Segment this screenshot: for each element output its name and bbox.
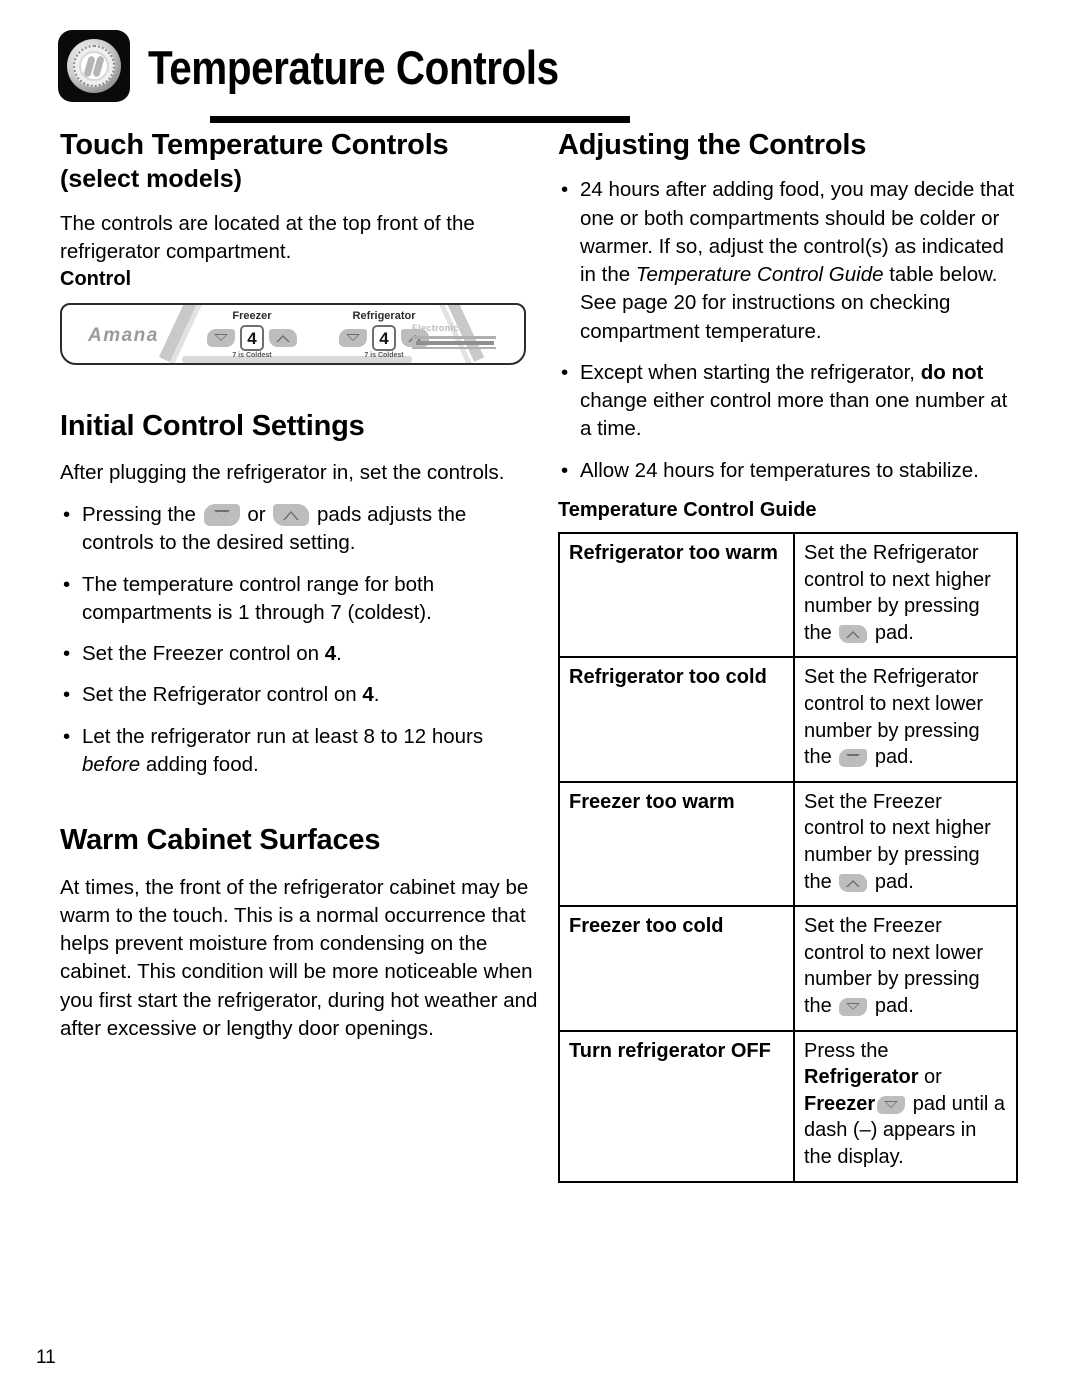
electronic-badge: Electronic — [412, 323, 508, 349]
condition-cell: Freezer too warm — [558, 780, 795, 908]
adjusting-controls-bullet-list: 24 hours after adding food, you may deci… — [558, 176, 1020, 485]
bullet-emphasis: do not — [920, 360, 984, 384]
down-arrow-pad-icon[interactable] — [839, 749, 868, 768]
freezer-control-row: 4 — [192, 324, 312, 351]
down-arrow-pad-icon[interactable] — [877, 1095, 906, 1114]
condition-cell: Refrigerator too cold — [558, 656, 795, 783]
bullet-text-mid: or — [241, 503, 272, 527]
bullet-text-post: . — [373, 683, 380, 707]
refrigerator-setting-value: 4 — [362, 683, 374, 707]
condition-cell: Freezer too cold — [558, 905, 795, 1032]
list-item: Allow 24 hours for temperatures to stabi… — [558, 457, 1020, 486]
list-item: Set the Refrigerator control on 4. — [60, 681, 538, 710]
up-arrow-pad-icon[interactable] — [273, 504, 310, 527]
freezer-setting-value: 4 — [324, 642, 337, 666]
select-models-subheading: (select models) — [60, 165, 243, 194]
refrigerator-coldest-note: 7 is Coldest — [364, 351, 404, 359]
list-item: Set the Freezer control on 4. — [60, 640, 538, 669]
electronic-graphic — [412, 335, 508, 349]
control-panel-illustration: Amana Freezer 4 7 is Coldest Refrigerato… — [60, 302, 526, 365]
touch-temperature-controls-heading: Touch Temperature Controls — [60, 129, 449, 161]
left-column: Touch Temperature Controls (select model… — [60, 128, 538, 1043]
refrigerator-control-label: Refrigerator — [352, 309, 416, 322]
warm-cabinet-body-text: At times, the front of the refrigerator … — [60, 875, 538, 1040]
table-row: Freezer too warm Set the Freezer control… — [558, 780, 1018, 908]
initial-settings-bullet-list: Pressing the or pads adjusts the control… — [60, 501, 538, 779]
warm-cabinet-surfaces-heading: Warm Cabinet Surfaces — [60, 824, 381, 857]
up-arrow-pad-icon[interactable] — [839, 873, 868, 892]
bullet-text: Allow 24 hours for temperatures to stabi… — [580, 458, 979, 482]
action-cell: Set the Refrigerator control to next hig… — [793, 532, 1018, 659]
right-column: Adjusting the Controls 24 hours after ad… — [558, 128, 1020, 1183]
freezer-control-label: Freezer — [232, 309, 272, 322]
action-text-post: pad. — [869, 994, 914, 1017]
freezer-control-group: Freezer 4 7 is Coldest — [192, 309, 312, 359]
action-cell: Set the Refrigerator control to next low… — [793, 656, 1018, 783]
freezer-setting-display: 4 — [240, 324, 264, 351]
action-text-post: pad. — [869, 870, 914, 893]
freezer-up-pad-icon[interactable] — [269, 328, 297, 347]
up-arrow-pad-icon[interactable] — [839, 624, 868, 643]
table-row: Refrigerator too warm Set the Refrigerat… — [558, 532, 1018, 659]
guide-table-reference: Temperature Control Guide — [635, 263, 884, 287]
list-item: Let the refrigerator run at least 8 to 1… — [60, 723, 538, 780]
bullet-text-pre: Except when starting the refrigerator, — [580, 360, 921, 384]
controls-location-text: The controls are located at the top fron… — [60, 211, 475, 264]
bullet-text-post: . — [336, 642, 342, 666]
control-illustration-label: Control — [60, 267, 132, 290]
list-item: Except when starting the refrigerator, d… — [558, 359, 1020, 444]
freezer-coldest-note: 7 is Coldest — [232, 351, 272, 359]
action-cell: Set the Freezer control to next higher n… — [793, 780, 1018, 908]
bullet-text-post: adding food. — [140, 753, 259, 776]
electronic-label: Electronic — [412, 322, 459, 333]
amana-brand-logo: Amana — [88, 324, 159, 346]
table-row: Freezer too cold Set the Freezer control… — [558, 905, 1018, 1032]
dial-center — [79, 51, 109, 81]
condition-cell: Turn refrigerator OFF — [558, 1029, 795, 1183]
dial-control-icon — [58, 30, 130, 102]
page-title: Temperature Controls — [148, 41, 559, 94]
initial-control-settings-heading: Initial Control Settings — [60, 409, 365, 442]
bullet-text-pre: Set the Freezer control on — [82, 642, 325, 666]
adjusting-the-controls-heading: Adjusting the Controls — [558, 129, 867, 161]
refrigerator-down-pad-icon[interactable] — [339, 328, 367, 347]
temperature-control-guide-label: Temperature Control Guide — [558, 499, 817, 522]
bullet-text-pre: Set the Refrigerator control on — [82, 683, 363, 707]
bullet-text: The temperature control range for both c… — [82, 572, 435, 624]
action-cell: Set the Freezer control to next lower nu… — [793, 905, 1018, 1032]
refrigerator-setting-display: 4 — [372, 324, 396, 351]
bullet-text-post: change either control more than one numb… — [580, 389, 1008, 441]
down-arrow-pad-icon[interactable] — [839, 997, 868, 1016]
action-text-pre: Press the — [804, 1039, 889, 1062]
action-text-post: pad. — [869, 746, 914, 769]
down-arrow-pad-icon[interactable] — [203, 504, 240, 527]
temperature-control-guide-table: Refrigerator too warm Set the Refrigerat… — [558, 532, 1018, 1183]
bullet-emphasis: before — [82, 753, 141, 776]
action-text-post: pad. — [869, 621, 914, 644]
page-number: 11 — [36, 1347, 56, 1368]
action-cell: Press the Refrigerator or Freezer pad un… — [793, 1029, 1018, 1183]
condition-cell: Refrigerator too warm — [558, 532, 795, 659]
page-header: Temperature Controls — [58, 28, 630, 124]
action-text-mid: or — [918, 1066, 942, 1089]
list-item: Pressing the or pads adjusts the control… — [60, 501, 538, 558]
table-row: Turn refrigerator OFF Press the Refriger… — [558, 1029, 1018, 1183]
freezer-down-pad-icon[interactable] — [207, 328, 235, 347]
refrigerator-keyword: Refrigerator — [804, 1066, 919, 1089]
bullet-text-pre: Let the refrigerator run at least 8 to 1… — [82, 724, 484, 748]
list-item: The temperature control range for both c… — [60, 571, 538, 628]
bullet-text-pre: Pressing the — [82, 503, 202, 527]
initial-settings-intro: After plugging the refrigerator in, set … — [60, 460, 505, 484]
freezer-keyword: Freezer — [804, 1092, 876, 1115]
header-underline — [210, 116, 630, 123]
table-row: Refrigerator too cold Set the Refrigerat… — [558, 656, 1018, 783]
list-item: 24 hours after adding food, you may deci… — [558, 176, 1020, 346]
